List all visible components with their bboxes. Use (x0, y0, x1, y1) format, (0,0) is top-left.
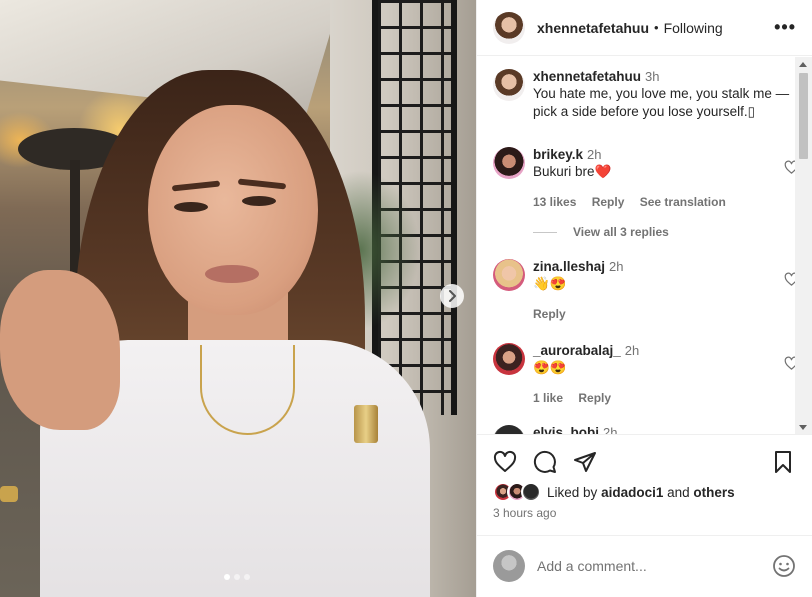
current-user-avatar (493, 549, 525, 582)
comment-text: Bukuri bre❤️ (533, 164, 612, 179)
heart-icon[interactable] (493, 450, 517, 474)
post-timestamp[interactable]: 3 hours ago (493, 506, 556, 520)
comment-meta: 1 like Reply (533, 391, 793, 405)
comment-likes[interactable]: 1 like (533, 391, 563, 405)
comment-time: 2h (624, 343, 640, 358)
follow-status[interactable]: Following (664, 20, 723, 36)
comment-time: 2h (609, 259, 624, 274)
more-options-button[interactable]: ••• (774, 17, 796, 38)
carousel-dot (224, 574, 230, 580)
action-bar (493, 450, 797, 476)
comment-item: brikey.k 2h Bukuri bre❤️ 13 likes Reply S… (493, 147, 799, 209)
comment-body: _aurorabalaj_ 2h 😍😍 1 like Reply (533, 343, 799, 405)
liked-by-and: and (667, 484, 690, 500)
add-comment-bar (477, 535, 812, 595)
owner-avatar[interactable] (493, 11, 525, 44)
photo-hand (0, 270, 120, 430)
comment-text: 👋😍 (533, 276, 567, 291)
photo-shoulder-buckle (354, 405, 378, 443)
add-comment-input[interactable] (537, 557, 772, 574)
chevron-right-icon (449, 290, 456, 302)
comment-avatar[interactable] (493, 259, 525, 291)
carousel-dot (234, 574, 240, 580)
caption-username[interactable]: xhennetafetahuu (533, 69, 641, 84)
photo-bracelet (0, 486, 18, 502)
comment-username[interactable]: brikey.k (533, 147, 583, 162)
comment-avatar[interactable] (493, 147, 525, 179)
caption: xhennetafetahuu 3h You hate me, you love … (493, 69, 793, 121)
post-side-panel: xhennetafetahuu • Following ••• xhenneta… (476, 0, 812, 597)
liked-by-prefix: Liked by (547, 484, 598, 500)
owner-username[interactable]: xhennetafetahuu (537, 20, 649, 36)
post-header: xhennetafetahuu • Following ••• (477, 0, 812, 56)
liked-by-row: Liked by aidadoci1 and others (493, 482, 735, 502)
comments-list[interactable]: xhennetafetahuu 3h You hate me, you love … (477, 57, 812, 435)
comment-username[interactable]: zina.lleshaj (533, 259, 605, 274)
see-translation-button[interactable]: See translation (640, 195, 726, 209)
liked-by-others[interactable]: others (693, 485, 734, 500)
scroll-thumb[interactable] (799, 73, 808, 159)
comment-item: zina.lleshaj 2h 👋😍 Reply (493, 259, 799, 321)
comment-time: 2h (587, 147, 602, 162)
photo-lips (205, 265, 259, 283)
replies-divider (533, 231, 557, 233)
comment-time: 2h (603, 425, 618, 435)
comment-reply-button[interactable]: Reply (592, 195, 625, 209)
scroll-down-arrow[interactable] (799, 425, 807, 430)
share-icon[interactable] (573, 450, 597, 474)
carousel-next-button[interactable] (440, 284, 464, 308)
comment-body: elvis_bobi 2h (533, 425, 793, 435)
liker-avatar (521, 482, 541, 502)
view-replies-label: View all 3 replies (573, 225, 669, 239)
comment-avatar[interactable] (493, 343, 525, 375)
view-replies-button[interactable]: View all 3 replies (533, 225, 669, 239)
comment-body: zina.lleshaj 2h 👋😍 Reply (533, 259, 799, 321)
comment-item: _aurorabalaj_ 2h 😍😍 1 like Reply (493, 343, 799, 405)
photo-face (148, 105, 318, 315)
header-separator: • (654, 20, 659, 35)
caption-time: 3h (645, 69, 660, 84)
scroll-up-arrow[interactable] (799, 62, 807, 67)
post-media[interactable] (0, 0, 476, 597)
comment-meta: 13 likes Reply See translation (533, 195, 793, 209)
comment-avatar[interactable] (493, 425, 525, 434)
comment-username[interactable]: _aurorabalaj_ (533, 343, 621, 358)
comment-username[interactable]: elvis_bobi (533, 425, 599, 434)
comment-text: 😍😍 (533, 360, 567, 375)
caption-body: xhennetafetahuu 3h You hate me, you love … (533, 69, 793, 121)
emoji-icon[interactable] (772, 554, 796, 578)
photo-eye-right (242, 196, 276, 206)
comment-body: brikey.k 2h Bukuri bre❤️ 13 likes Reply S… (533, 147, 799, 209)
carousel-indicator (224, 574, 250, 580)
liked-by-avatars[interactable] (493, 482, 541, 502)
comment-reply-button[interactable]: Reply (533, 307, 566, 321)
caption-avatar[interactable] (493, 69, 525, 101)
comment-icon[interactable] (533, 450, 557, 474)
liked-by-user[interactable]: aidadoci1 (601, 485, 663, 500)
photo-eye-left (174, 202, 208, 212)
bookmark-icon[interactable] (771, 450, 795, 474)
comments-scrollbar[interactable] (795, 57, 812, 434)
comment-meta: Reply (533, 307, 793, 321)
caption-text: You hate me, you love me, you stalk me —… (533, 86, 790, 119)
comment-reply-button[interactable]: Reply (578, 391, 611, 405)
carousel-dot (244, 574, 250, 580)
comment-item: elvis_bobi 2h (493, 425, 793, 435)
comment-likes[interactable]: 13 likes (533, 195, 576, 209)
